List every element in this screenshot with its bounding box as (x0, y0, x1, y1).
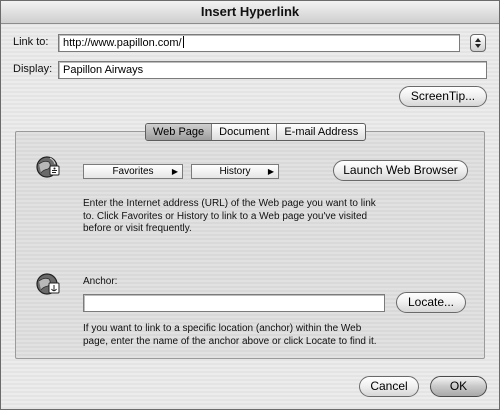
link-to-field[interactable]: http://www.papillon.com/ (58, 34, 460, 52)
display-value: Papillon Airways (63, 64, 144, 76)
url-instructions-line: to. Click Favorites or History to link t… (83, 210, 368, 222)
globe-link-icon (36, 156, 60, 178)
link-to-label: Link to: (13, 36, 49, 48)
anchor-instructions: If you want to link to a specific locati… (83, 323, 377, 348)
display-field[interactable]: Papillon Airways (58, 61, 487, 79)
triangle-right-icon: ▶ (171, 167, 178, 176)
up-down-arrows-icon (475, 38, 481, 48)
link-type-tabs: Web Page Document E-mail Address (145, 123, 367, 141)
tab-email-address[interactable]: E-mail Address (276, 124, 365, 140)
ok-button[interactable]: OK (430, 376, 487, 397)
url-instructions: Enter the Internet address (URL) of the … (83, 198, 376, 236)
locate-button[interactable]: Locate... (396, 292, 466, 313)
tab-web-page[interactable]: Web Page (146, 124, 212, 140)
url-instructions-line: Enter the Internet address (URL) of the … (83, 198, 376, 209)
cancel-button[interactable]: Cancel (359, 376, 419, 397)
window-title: Insert Hyperlink (1, 1, 499, 24)
insert-hyperlink-dialog: Insert Hyperlink Link to: http://www.pap… (0, 0, 500, 410)
favorites-menu-button[interactable]: Favorites ▶ (83, 164, 183, 179)
anchor-field[interactable] (83, 294, 385, 312)
triangle-right-icon: ▶ (267, 167, 274, 176)
link-to-value: http://www.papillon.com/ (63, 37, 182, 49)
anchor-instructions-line: If you want to link to a specific locati… (83, 323, 362, 334)
history-menu-button[interactable]: History ▶ (191, 164, 279, 179)
launch-web-browser-button[interactable]: Launch Web Browser (333, 160, 468, 181)
anchor-label: Anchor: (83, 276, 118, 287)
display-label: Display: (13, 63, 53, 75)
history-label: History (219, 166, 251, 177)
link-history-popup-button[interactable] (470, 34, 486, 52)
favorites-label: Favorites (112, 166, 154, 177)
url-instructions-line: before or visit frequently. (83, 223, 192, 234)
anchor-instructions-line: page, enter the name of the anchor above… (83, 335, 377, 347)
tab-document[interactable]: Document (211, 124, 276, 140)
screentip-button[interactable]: ScreenTip... (399, 86, 487, 107)
anchor-link-icon (36, 273, 60, 295)
text-cursor (182, 36, 184, 48)
